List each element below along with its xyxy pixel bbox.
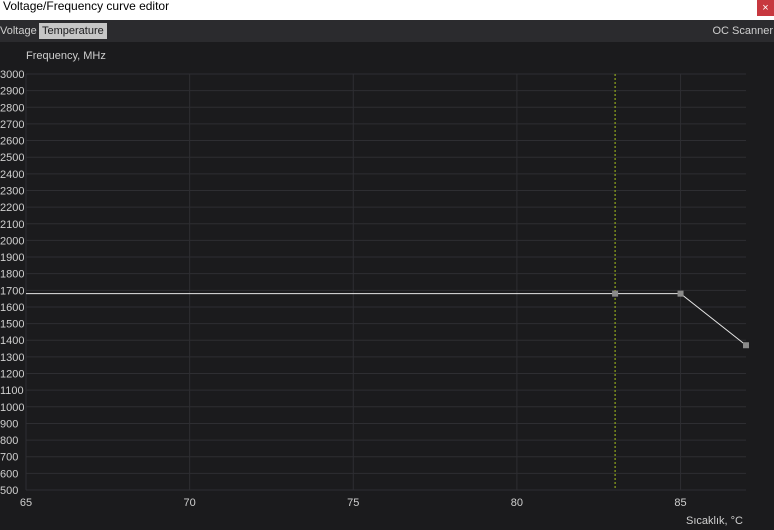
curve-control-point[interactable] (677, 290, 684, 297)
y-tick-label: 800 (0, 435, 18, 447)
frequency-temperature-chart[interactable]: 500 600 700 800 900 1000 1100 1200 1300 1400 1500 1… (0, 0, 774, 530)
y-tick-label: 2000 (0, 235, 24, 247)
y-tick-label: 1100 (0, 385, 24, 397)
y-tick-label: 600 (0, 468, 18, 480)
y-tick-label: 1800 (0, 269, 24, 281)
x-tick-label: 75 (347, 497, 359, 509)
y-tick-label: 2800 (0, 102, 24, 114)
y-tick-label: 2400 (0, 169, 24, 181)
y-tick-label: 1600 (0, 302, 24, 314)
curve-control-point[interactable] (612, 290, 619, 297)
y-tick-label: 2500 (0, 152, 24, 164)
frequency-curve-line (26, 293, 747, 346)
x-tick-label: 85 (674, 497, 686, 509)
y-tick-label: 700 (0, 452, 18, 464)
y-tick-label: 2300 (0, 185, 24, 197)
x-tick-label: 70 (184, 497, 196, 509)
y-tick-label: 3000 (0, 69, 24, 81)
x-tick-label: 65 (20, 497, 32, 509)
y-tick-label: 1900 (0, 252, 24, 264)
y-tick-label: 500 (0, 485, 18, 497)
y-tick-label: 1700 (0, 285, 24, 297)
x-tick-label: 80 (511, 497, 523, 509)
y-tick-label: 2700 (0, 119, 24, 131)
y-tick-label: 1500 (0, 319, 24, 331)
y-tick-label: 1300 (0, 352, 24, 364)
y-tick-label: 2600 (0, 136, 24, 148)
y-tick-label: 2200 (0, 202, 24, 214)
y-tick-label: 1400 (0, 335, 24, 347)
y-tick-label: 2900 (0, 86, 24, 98)
y-tick-label: 1200 (0, 369, 24, 381)
curve-control-point[interactable] (743, 342, 749, 349)
y-tick-label: 900 (0, 418, 18, 430)
y-tick-label: 1000 (0, 402, 24, 414)
y-tick-label: 2100 (0, 219, 24, 231)
